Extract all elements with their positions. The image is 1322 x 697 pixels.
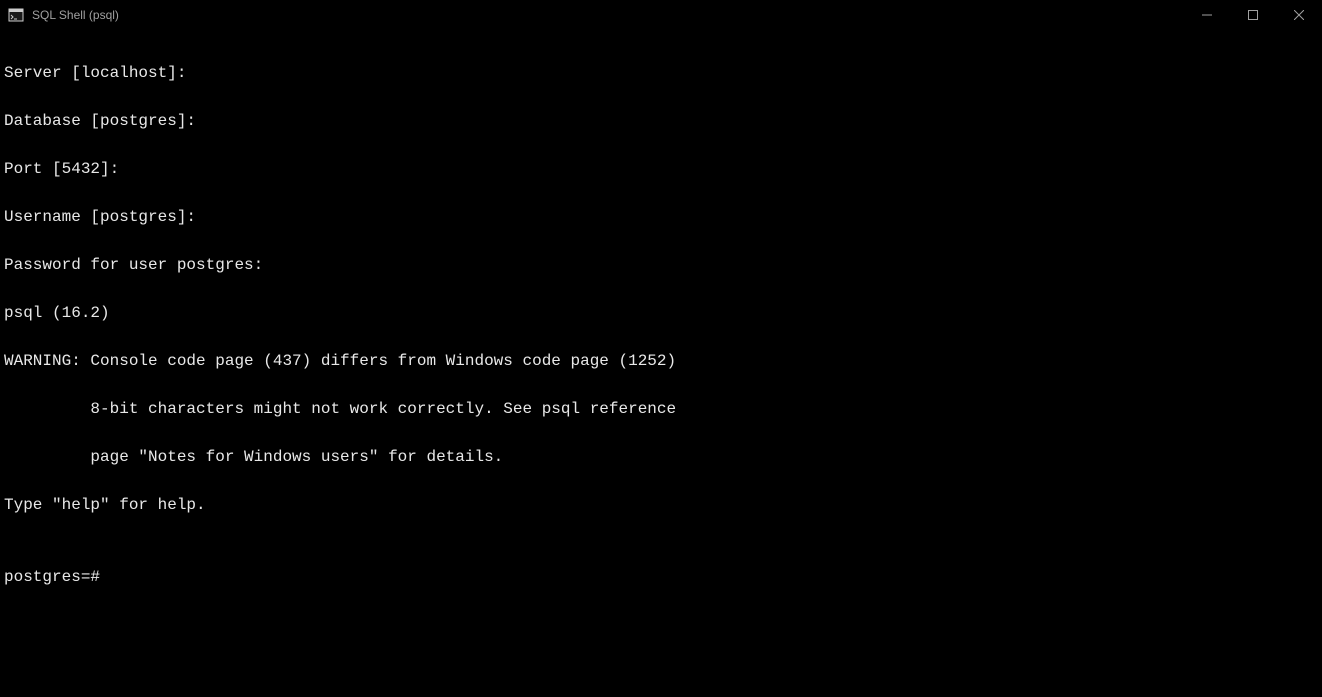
window-title: SQL Shell (psql) [32, 8, 119, 22]
terminal-content[interactable]: Server [localhost]: Database [postgres]:… [0, 31, 1322, 619]
terminal-line: psql (16.2) [4, 301, 1318, 325]
terminal-line: WARNING: Console code page (437) differs… [4, 349, 1318, 373]
titlebar-left: SQL Shell (psql) [8, 7, 119, 23]
close-button[interactable] [1276, 0, 1322, 31]
titlebar: SQL Shell (psql) [0, 0, 1322, 31]
terminal-line: 8-bit characters might not work correctl… [4, 397, 1318, 421]
terminal-line: Username [postgres]: [4, 205, 1318, 229]
maximize-button[interactable] [1230, 0, 1276, 31]
window-controls [1184, 0, 1322, 31]
terminal-line: Type "help" for help. [4, 493, 1318, 517]
terminal-prompt: postgres=# [4, 565, 1318, 589]
terminal-icon [8, 7, 24, 23]
terminal-line: Port [5432]: [4, 157, 1318, 181]
terminal-line: Password for user postgres: [4, 253, 1318, 277]
terminal-line: Database [postgres]: [4, 109, 1318, 133]
terminal-line: Server [localhost]: [4, 61, 1318, 85]
terminal-line: page "Notes for Windows users" for detai… [4, 445, 1318, 469]
minimize-button[interactable] [1184, 0, 1230, 31]
